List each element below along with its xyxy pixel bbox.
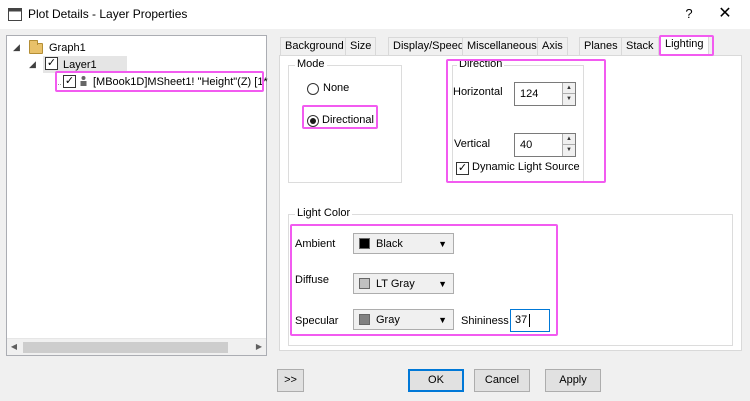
vertical-label: Vertical: [454, 138, 491, 150]
dynamic-light-label: Dynamic Light Source: [472, 161, 580, 173]
mode-group: Mode None Directional: [288, 58, 402, 183]
mode-group-label: Mode: [295, 58, 327, 70]
apply-button[interactable]: Apply: [545, 369, 601, 392]
tab-axis[interactable]: Axis: [537, 37, 568, 55]
direction-group: Direction Horizontal 124 ▲ ▼ Vertical 40…: [452, 58, 584, 183]
horizontal-label: Horizontal: [453, 86, 503, 98]
tree-node-layer1[interactable]: ◢ ✓ Layer1: [29, 56, 129, 73]
tree-node-label: Graph1: [49, 42, 86, 54]
mode-none-option[interactable]: None: [307, 82, 387, 98]
tab-lighting[interactable]: Lighting: [660, 35, 709, 56]
folder-icon: [29, 40, 43, 54]
vertical-spinner[interactable]: 40 ▲ ▼: [514, 133, 576, 157]
layer-checkbox[interactable]: ✓: [45, 57, 58, 70]
direction-group-label: Direction: [457, 58, 505, 70]
ambient-value: Black: [376, 238, 403, 250]
text-caret: [529, 314, 530, 327]
diffuse-color-dropdown[interactable]: LT Gray ▼: [353, 273, 454, 294]
help-button[interactable]: ?: [678, 4, 700, 24]
spin-up-icon[interactable]: ▲: [563, 83, 575, 94]
scroll-left-icon[interactable]: ◀: [9, 342, 19, 352]
diffuse-swatch: [359, 278, 370, 289]
app-window-icon: [8, 8, 22, 21]
lighting-panel: Mode None Directional Direction Horizont…: [279, 55, 742, 351]
vertical-value: 40: [520, 139, 533, 151]
radio-directional[interactable]: [307, 115, 319, 127]
cancel-button[interactable]: Cancel: [474, 369, 530, 392]
horizontal-spinner[interactable]: 124 ▲ ▼: [514, 82, 576, 106]
chevron-down-icon[interactable]: ◢: [13, 43, 22, 52]
radio-none-label: None: [323, 82, 350, 94]
ambient-color-dropdown[interactable]: Black ▼: [353, 233, 454, 254]
tab-size[interactable]: Size: [345, 37, 377, 55]
light-color-group-label: Light Color: [295, 207, 353, 219]
shininess-value: 37: [515, 314, 528, 326]
specular-swatch: [359, 314, 370, 325]
diffuse-label: Diffuse: [295, 274, 330, 286]
tab-planes[interactable]: Planes: [579, 37, 623, 55]
specular-value: Gray: [376, 314, 400, 326]
radio-directional-label: Directional: [322, 114, 374, 126]
mode-directional-option[interactable]: Directional: [307, 114, 387, 130]
spin-down-icon[interactable]: ▼: [563, 94, 575, 105]
tab-display-speed[interactable]: Display/Speed: [388, 37, 469, 55]
light-color-group: Light Color Ambient Black ▼ Diffuse LT G…: [288, 207, 733, 346]
dataplot-checkbox[interactable]: ✓: [63, 75, 76, 88]
close-button[interactable]: ✕: [708, 2, 742, 26]
diffuse-value: LT Gray: [376, 278, 415, 290]
title-bar: Plot Details - Layer Properties ? ✕: [0, 0, 750, 30]
chevron-down-icon[interactable]: ◢: [29, 60, 38, 69]
dynamic-light-option[interactable]: ✓ Dynamic Light Source: [456, 161, 581, 177]
plot-tree[interactable]: ◢ Graph1 ◢ ✓ Layer1 ✓ [MBook1D]MSheet1! …: [6, 35, 268, 356]
dropdown-arrow-icon: ▼: [438, 279, 447, 289]
tree-connector: [55, 84, 61, 85]
horizontal-value: 124: [520, 88, 539, 100]
dropdown-arrow-icon: ▼: [438, 239, 447, 249]
horizontal-scrollbar[interactable]: ◀ ▶: [7, 338, 266, 355]
specular-color-dropdown[interactable]: Gray ▼: [353, 309, 454, 330]
tab-stack[interactable]: Stack: [621, 37, 659, 55]
scroll-right-icon[interactable]: ▶: [254, 342, 264, 352]
spin-down-icon[interactable]: ▼: [563, 145, 575, 156]
ok-button[interactable]: OK: [408, 369, 464, 392]
shininess-input[interactable]: 37: [510, 309, 550, 332]
ambient-label: Ambient: [295, 238, 336, 250]
scroll-thumb[interactable]: [23, 342, 228, 353]
window-title: Plot Details - Layer Properties: [28, 7, 188, 21]
specular-label: Specular: [295, 315, 339, 327]
spin-up-icon[interactable]: ▲: [563, 134, 575, 145]
tree-connector: [55, 74, 56, 84]
shininess-label: Shininess: [461, 315, 509, 327]
dynamic-light-checkbox[interactable]: ✓: [456, 162, 469, 175]
expand-button[interactable]: >>: [277, 369, 304, 392]
dropdown-arrow-icon: ▼: [438, 315, 447, 325]
person-icon: [79, 74, 88, 92]
ambient-swatch: [359, 238, 370, 249]
radio-none[interactable]: [307, 83, 319, 95]
tab-background[interactable]: Background: [280, 37, 349, 55]
tab-miscellaneous[interactable]: Miscellaneous: [462, 37, 542, 55]
tree-node-label: [MBook1D]MSheet1! "Height"(Z) [1*: [93, 76, 268, 88]
tree-node-label: Layer1: [63, 59, 97, 71]
